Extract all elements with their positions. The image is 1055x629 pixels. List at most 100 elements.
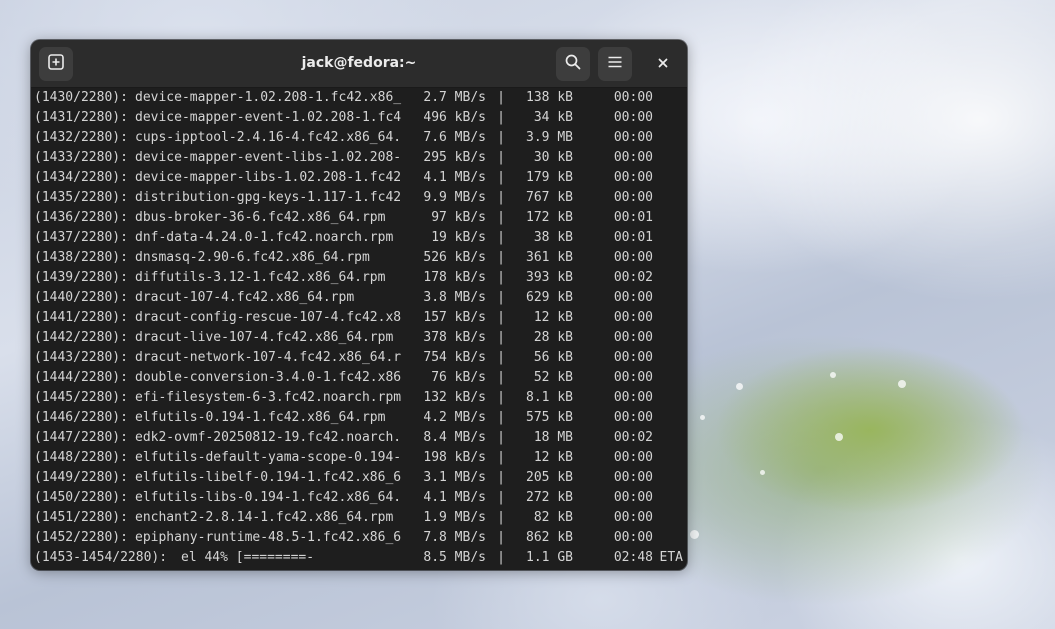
download-rate: 4.2 MB/s: [423, 410, 486, 425]
download-rate: 7.6 MB/s: [423, 130, 486, 145]
package-name: device-mapper-1.02.208-1.fc42.x86_: [135, 90, 402, 105]
download-rate: 157 kB/s: [423, 310, 486, 325]
progress-id: (1453-1454/2280):: [34, 550, 168, 565]
package-size: 172 kB: [526, 210, 573, 225]
search-button[interactable]: [556, 47, 590, 81]
column-separator: |: [497, 350, 505, 365]
download-rate: 178 kB/s: [423, 270, 486, 285]
column-separator: |: [497, 390, 505, 405]
package-name: double-conversion-3.4.0-1.fc42.x86: [135, 370, 402, 385]
package-name: dbus-broker-36-6.fc42.x86_64.rpm: [135, 210, 386, 225]
package-index: (1441/2280):: [34, 310, 128, 325]
terminal-output[interactable]: (1430/2280): device-mapper-1.02.208-1.fc4…: [31, 88, 687, 570]
package-index: (1433/2280):: [34, 150, 128, 165]
package-name: dracut-config-rescue-107-4.fc42.x8: [135, 310, 402, 325]
package-name: efi-filesystem-6-3.fc42.noarch.rpm: [135, 390, 402, 405]
package-size: 52 kB: [533, 370, 573, 385]
elapsed-time: 00:00: [613, 330, 653, 345]
download-rate: 8.4 MB/s: [423, 430, 486, 445]
elapsed-time: 00:00: [613, 290, 653, 305]
terminal-line: (1444/2280): double-conversion-3.4.0-1.fc…: [31, 368, 687, 388]
search-icon: [564, 53, 582, 75]
new-tab-button[interactable]: [39, 47, 73, 81]
package-name: dracut-live-107-4.fc42.x86_64.rpm: [135, 330, 394, 345]
package-size: 12 kB: [533, 450, 573, 465]
hamburger-menu-icon: [606, 53, 624, 75]
package-name: epiphany-runtime-48.5-1.fc42.x86_6: [135, 530, 402, 545]
close-icon: [656, 55, 670, 74]
background-speck: [736, 383, 743, 390]
package-size: 179 kB: [526, 170, 573, 185]
background-speck: [830, 372, 836, 378]
package-index: (1438/2280):: [34, 250, 128, 265]
package-size: 38 kB: [533, 230, 573, 245]
download-rate: 2.7 MB/s: [423, 90, 486, 105]
package-size: 205 kB: [526, 470, 573, 485]
package-size: 28 kB: [533, 330, 573, 345]
progress-time: 02:48: [613, 550, 653, 565]
elapsed-time: 00:02: [613, 270, 653, 285]
elapsed-time: 00:01: [613, 210, 653, 225]
package-size: 8.1 kB: [526, 390, 573, 405]
column-separator: |: [497, 410, 505, 425]
package-name: device-mapper-libs-1.02.208-1.fc42: [135, 170, 402, 185]
column-separator: |: [497, 330, 505, 345]
download-rate: 3.8 MB/s: [423, 290, 486, 305]
terminal-line: (1438/2280): dnsmasq-2.90-6.fc42.x86_64.r…: [31, 248, 687, 268]
package-name: device-mapper-event-1.02.208-1.fc4: [135, 110, 402, 125]
elapsed-time: 00:00: [613, 90, 653, 105]
package-index: (1442/2280):: [34, 330, 128, 345]
package-name: dnf-data-4.24.0-1.fc42.noarch.rpm: [135, 230, 394, 245]
package-index: (1431/2280):: [34, 110, 128, 125]
package-size: 862 kB: [526, 530, 573, 545]
package-size: 575 kB: [526, 410, 573, 425]
package-size: 12 kB: [533, 310, 573, 325]
download-rate: 198 kB/s: [423, 450, 486, 465]
package-name: dracut-network-107-4.fc42.x86_64.r: [135, 350, 402, 365]
progress-line: (1453-1454/2280): el 44% [========- ] 8.5 …: [31, 548, 687, 568]
terminal-line: (1452/2280): epiphany-runtime-48.5-1.fc42…: [31, 528, 687, 548]
column-separator: |: [497, 250, 505, 265]
main-menu-button[interactable]: [598, 47, 632, 81]
download-rate: 754 kB/s: [423, 350, 486, 365]
terminal-line: (1449/2280): elfutils-libelf-0.194-1.fc42…: [31, 468, 687, 488]
background-speck: [898, 380, 906, 388]
progress-bar-text: el 44% [========- ]: [181, 550, 408, 565]
background-speck: [835, 433, 843, 441]
download-rate: 4.1 MB/s: [423, 490, 486, 505]
column-separator: |: [497, 450, 505, 465]
package-index: (1440/2280):: [34, 290, 128, 305]
package-index: (1449/2280):: [34, 470, 128, 485]
download-rate: 3.1 MB/s: [423, 470, 486, 485]
package-name: device-mapper-event-libs-1.02.208-: [135, 150, 402, 165]
column-separator: |: [497, 190, 505, 205]
package-name: enchant2-2.8.14-1.fc42.x86_64.rpm: [135, 510, 394, 525]
column-separator: |: [497, 90, 505, 105]
package-index: (1430/2280):: [34, 90, 128, 105]
download-rate: 378 kB/s: [423, 330, 486, 345]
package-size: 82 kB: [533, 510, 573, 525]
progress-eta: ETA: [659, 550, 683, 565]
terminal-lines: (1430/2280): device-mapper-1.02.208-1.fc4…: [31, 88, 687, 548]
column-separator: |: [497, 430, 505, 445]
download-rate: 295 kB/s: [423, 150, 486, 165]
package-index: (1439/2280):: [34, 270, 128, 285]
column-separator: |: [497, 130, 505, 145]
column-separator: |: [497, 150, 505, 165]
package-index: (1447/2280):: [34, 430, 128, 445]
package-name: dnsmasq-2.90-6.fc42.x86_64.rpm: [135, 250, 370, 265]
terminal-line: (1442/2280): dracut-live-107-4.fc42.x86_6…: [31, 328, 687, 348]
package-index: (1448/2280):: [34, 450, 128, 465]
terminal-line: (1440/2280): dracut-107-4.fc42.x86_64.rpm…: [31, 288, 687, 308]
column-separator: |: [497, 550, 505, 565]
download-rate: 97 kB/s: [431, 210, 486, 225]
close-button[interactable]: [646, 47, 680, 81]
column-separator: |: [497, 270, 505, 285]
elapsed-time: 00:01: [613, 230, 653, 245]
elapsed-time: 00:00: [613, 490, 653, 505]
download-rate: 76 kB/s: [431, 370, 486, 385]
package-name: elfutils-libelf-0.194-1.fc42.x86_6: [135, 470, 402, 485]
package-index: (1435/2280):: [34, 190, 128, 205]
package-name: elfutils-libs-0.194-1.fc42.x86_64.: [135, 490, 402, 505]
elapsed-time: 00:00: [613, 530, 653, 545]
